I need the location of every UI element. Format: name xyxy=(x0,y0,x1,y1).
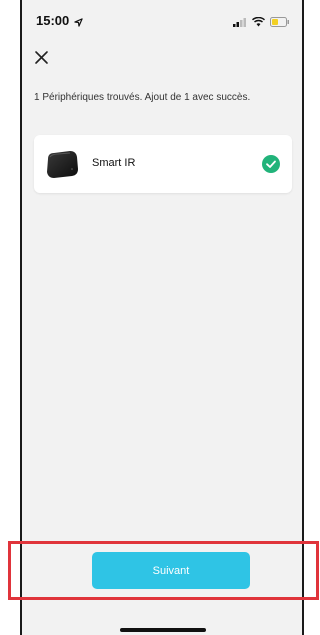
next-button[interactable]: Suivant xyxy=(92,552,250,589)
check-circle-icon xyxy=(262,155,280,178)
status-bar: 15:00 xyxy=(22,0,302,40)
signal-icon xyxy=(233,14,247,32)
status-time: 15:00 xyxy=(36,13,70,28)
home-indicator xyxy=(120,628,206,632)
devices-found-message: 1 Périphériques trouvés. Ajout de 1 avec… xyxy=(34,92,251,103)
battery-icon xyxy=(270,14,290,32)
smart-ir-device-icon xyxy=(44,149,80,184)
device-card[interactable]: Smart IR xyxy=(34,135,292,193)
wifi-icon xyxy=(252,14,265,32)
device-name: Smart IR xyxy=(92,157,136,169)
close-button[interactable] xyxy=(32,48,52,68)
status-icons xyxy=(233,14,290,32)
close-icon[interactable] xyxy=(32,48,52,68)
phone-screen: 15:00 1 Périphériques trouvés. Ajout de … xyxy=(20,0,304,635)
location-arrow-icon xyxy=(74,14,83,32)
